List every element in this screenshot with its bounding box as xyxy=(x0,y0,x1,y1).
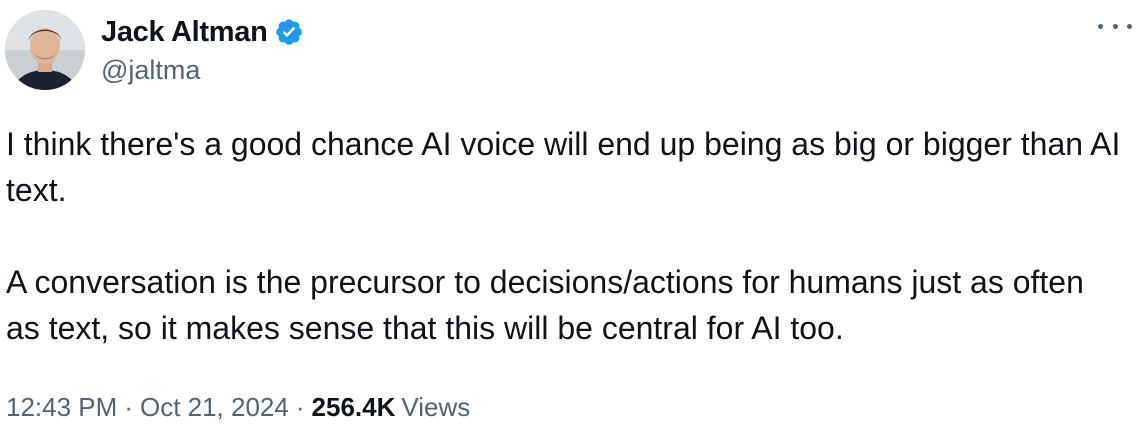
tweet-paragraph: A conversation is the precursor to decis… xyxy=(6,264,1084,346)
tweet-metadata: 12:43 PM · Oct 21, 2024 · 256.4K Views xyxy=(6,392,470,423)
more-options-icon[interactable] xyxy=(1098,14,1132,38)
views-label: Views xyxy=(401,392,471,422)
tweet-card: Jack Altman @jaltma I think there's a go… xyxy=(0,0,1146,440)
avatar[interactable] xyxy=(5,10,85,90)
tweet-text: I think there's a good chance AI voice w… xyxy=(6,121,1126,351)
dot xyxy=(1112,23,1118,29)
tweet-paragraph: I think there's a good chance AI voice w… xyxy=(6,126,1121,208)
author-handle[interactable]: @jaltma xyxy=(101,55,200,86)
dot xyxy=(1098,23,1103,29)
dot xyxy=(1127,23,1132,29)
tweet-time[interactable]: 12:43 PM xyxy=(6,392,117,422)
verified-badge-icon[interactable] xyxy=(274,17,304,47)
author-name-row: Jack Altman xyxy=(101,14,304,50)
author-display-name[interactable]: Jack Altman xyxy=(101,16,268,49)
separator: · xyxy=(295,392,305,422)
separator: · xyxy=(124,392,133,422)
views-count[interactable]: 256.4K xyxy=(312,392,396,422)
tweet-date[interactable]: Oct 21, 2024 xyxy=(140,392,289,422)
person-avatar-icon xyxy=(5,10,85,90)
